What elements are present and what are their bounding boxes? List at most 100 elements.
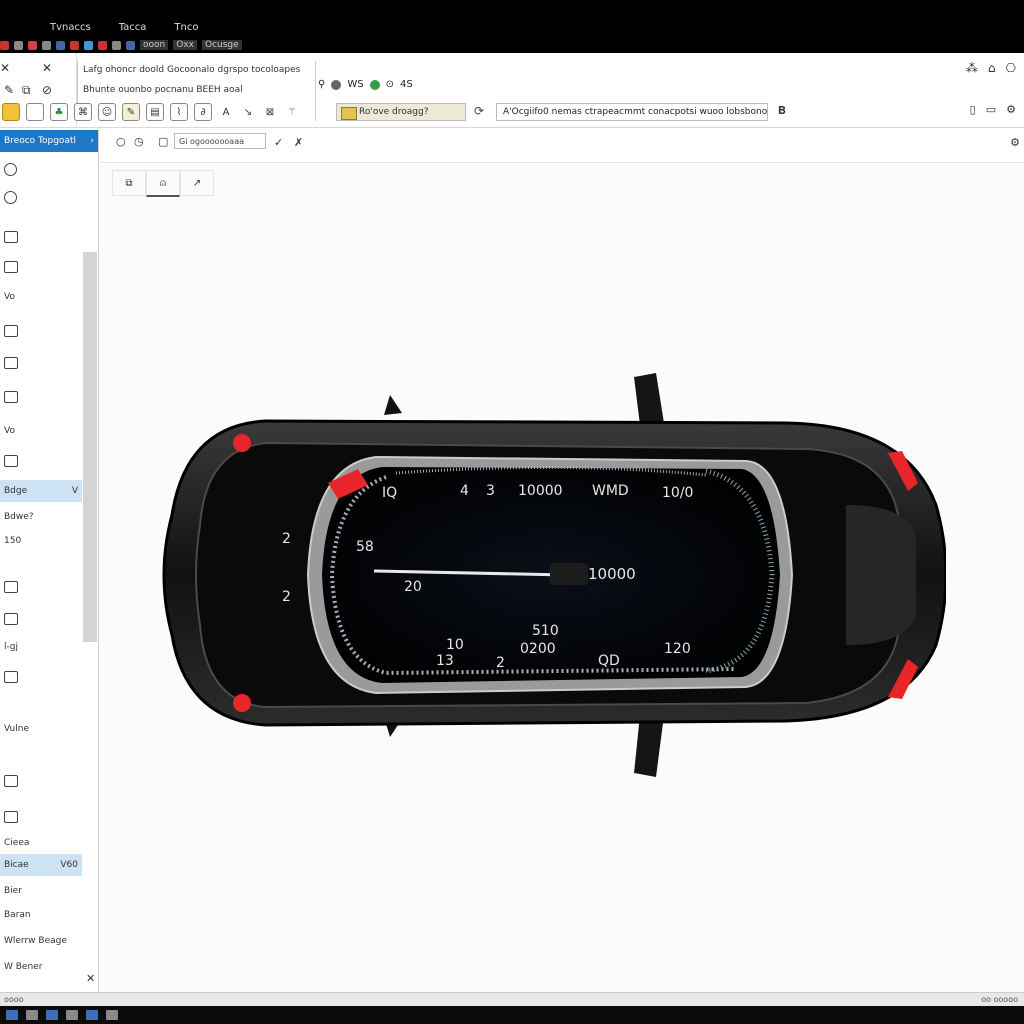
sidebar-item[interactable]: Baran xyxy=(0,904,82,926)
cancel-button[interactable]: ✗ xyxy=(294,136,303,149)
text-icon[interactable]: A xyxy=(218,104,234,120)
sidebar-item[interactable] xyxy=(0,256,82,278)
sidebar-item[interactable]: Wlerrw Beage xyxy=(0,930,82,952)
sidebar-item[interactable]: Bicae V60 xyxy=(0,854,82,876)
tool-icon[interactable]: ⚲ xyxy=(318,79,325,90)
sidebar-item[interactable]: Bier xyxy=(0,880,82,902)
info-icon[interactable]: ⊙ xyxy=(386,79,394,90)
tab-bell[interactable]: ⍝ xyxy=(146,170,180,197)
sidebar-item[interactable]: Cieea xyxy=(0,832,82,854)
sidebar-item[interactable]: Bdge V xyxy=(0,480,82,502)
circle-icon[interactable] xyxy=(331,79,342,90)
menu-item[interactable]: Tvnaccs xyxy=(50,22,91,36)
save-icon[interactable] xyxy=(14,40,23,50)
style-picker[interactable]: Ro'ove droagg? xyxy=(336,103,466,121)
design-canvas[interactable]: IQ 4 3 10000 WMD 10/0 2 2 58 20 10000 10… xyxy=(100,165,1024,992)
shape-icon xyxy=(4,325,18,337)
sidebar-item[interactable] xyxy=(0,386,82,408)
taskbar-app-icon[interactable] xyxy=(46,1010,58,1020)
menu-item[interactable]: Tnco xyxy=(174,22,198,36)
sidebar-item[interactable] xyxy=(0,450,82,472)
sidebar-item[interactable]: 150 xyxy=(0,530,82,552)
lasso-icon[interactable]: ∂ xyxy=(194,103,212,121)
taskbar-app-icon[interactable] xyxy=(26,1010,38,1020)
sidebar-item[interactable]: Vo xyxy=(0,286,82,308)
sidebar-item[interactable] xyxy=(0,226,82,248)
sidebar-item[interactable] xyxy=(0,576,82,598)
shape-icon[interactable]: ⌘ xyxy=(74,103,92,121)
timer-icon[interactable]: ◷ xyxy=(134,135,144,148)
taskbar-app-icon[interactable] xyxy=(86,1010,98,1020)
square-icon[interactable] xyxy=(26,103,44,121)
page-icon[interactable]: ▭ xyxy=(986,103,996,116)
sidebar-item[interactable]: W Bener xyxy=(0,956,82,978)
zoom-select[interactable]: Gi ogooooooaaa xyxy=(174,133,266,149)
redo-icon[interactable] xyxy=(42,40,51,50)
brush-icon[interactable]: ⌇ xyxy=(170,103,188,121)
settings-icon[interactable]: ⚙ xyxy=(1010,136,1020,149)
pin-icon[interactable]: ⁂ xyxy=(966,61,978,75)
cross-icon[interactable]: ⊠ xyxy=(262,104,278,120)
delete-icon[interactable]: ⊘ xyxy=(42,83,52,97)
chevron-right-icon[interactable]: › xyxy=(90,136,94,146)
canvas-toolstrip: ○ ◷ ▢ Gi ogooooooaaa ✓ ✗ ⚙ xyxy=(100,130,1024,163)
quick-chip[interactable]: Ocusge xyxy=(201,40,242,50)
quick-chip[interactable]: ooon xyxy=(140,40,169,50)
account-icon[interactable]: ⎔ xyxy=(1006,61,1016,75)
sidebar-item[interactable]: l-gj xyxy=(0,636,82,658)
frame-icon[interactable]: ▢ xyxy=(158,135,168,148)
color-icon[interactable] xyxy=(98,40,107,50)
sidebar-item[interactable]: Bdwe? xyxy=(0,506,82,528)
start-icon[interactable] xyxy=(6,1010,18,1020)
document-icon[interactable]: ▯ xyxy=(970,103,976,116)
sidebar-item[interactable] xyxy=(0,186,82,208)
share-icon[interactable]: ⌂ xyxy=(988,61,996,75)
canvas-tabs: ⧉ ⍝ ↗ xyxy=(112,170,214,197)
ruler-icon[interactable]: ▤ xyxy=(146,103,164,121)
sidebar-item[interactable] xyxy=(0,770,82,792)
circle-icon[interactable]: ○ xyxy=(116,135,126,148)
app-icon[interactable] xyxy=(0,40,9,50)
settings-icon[interactable]: ⚙ xyxy=(1006,103,1016,116)
sidebar-item[interactable] xyxy=(0,806,82,828)
edit-icon[interactable]: ✎ xyxy=(4,83,14,97)
close-icon[interactable]: ✕ xyxy=(42,61,52,75)
address-field[interactable]: A'Ocgiifo0 nemas ctrapeacmmt conacpotsi … xyxy=(496,103,768,121)
panel-header[interactable]: Breoco Topgoatl › xyxy=(0,130,98,152)
print-icon[interactable] xyxy=(70,40,79,50)
tab-frame[interactable]: ⧉ xyxy=(112,170,146,196)
menu-item[interactable]: Tacca xyxy=(119,22,147,36)
quick-chip[interactable]: Oxx xyxy=(173,40,197,50)
doc-icon[interactable] xyxy=(112,40,121,50)
arrow-icon[interactable]: ↘ xyxy=(240,104,256,120)
sidebar-item[interactable] xyxy=(0,666,82,688)
close-icon[interactable]: ✕ xyxy=(86,972,95,985)
sidebar-item[interactable] xyxy=(0,608,82,630)
taskbar-app-icon[interactable] xyxy=(66,1010,78,1020)
bell-icon: ⍝ xyxy=(160,177,166,189)
copy-icon[interactable]: ⧉ xyxy=(22,83,31,98)
sidebar-item[interactable] xyxy=(0,158,82,180)
taskbar-app-icon[interactable] xyxy=(106,1010,118,1020)
undo-icon[interactable] xyxy=(28,40,37,50)
open-icon[interactable] xyxy=(56,40,65,50)
magic-icon[interactable]: ⚚ xyxy=(284,104,300,120)
scrollbar[interactable] xyxy=(83,252,97,642)
pen-icon[interactable]: ✎ xyxy=(122,103,140,121)
status-right: oo ooooo xyxy=(981,995,1018,1004)
layout-icon[interactable] xyxy=(126,40,135,50)
plant-icon[interactable]: ♣ xyxy=(50,103,68,121)
close-icon[interactable]: ✕ xyxy=(0,61,10,75)
color-fill-icon[interactable] xyxy=(2,103,20,121)
sidebar-item[interactable] xyxy=(0,320,82,342)
refresh-icon[interactable]: ⟳ xyxy=(474,104,484,118)
bookmark-icon[interactable]: 𝐁 xyxy=(778,104,786,118)
sidebar-item[interactable] xyxy=(0,352,82,374)
sidebar-item[interactable]: Vulne xyxy=(0,718,82,740)
sidebar-item[interactable]: Vo xyxy=(0,420,82,442)
grid-icon[interactable] xyxy=(84,40,93,50)
face-icon[interactable]: ☺ xyxy=(98,103,116,121)
tab-edit[interactable]: ↗ xyxy=(180,170,214,196)
status-icon[interactable] xyxy=(369,79,380,90)
confirm-button[interactable]: ✓ xyxy=(274,136,283,149)
